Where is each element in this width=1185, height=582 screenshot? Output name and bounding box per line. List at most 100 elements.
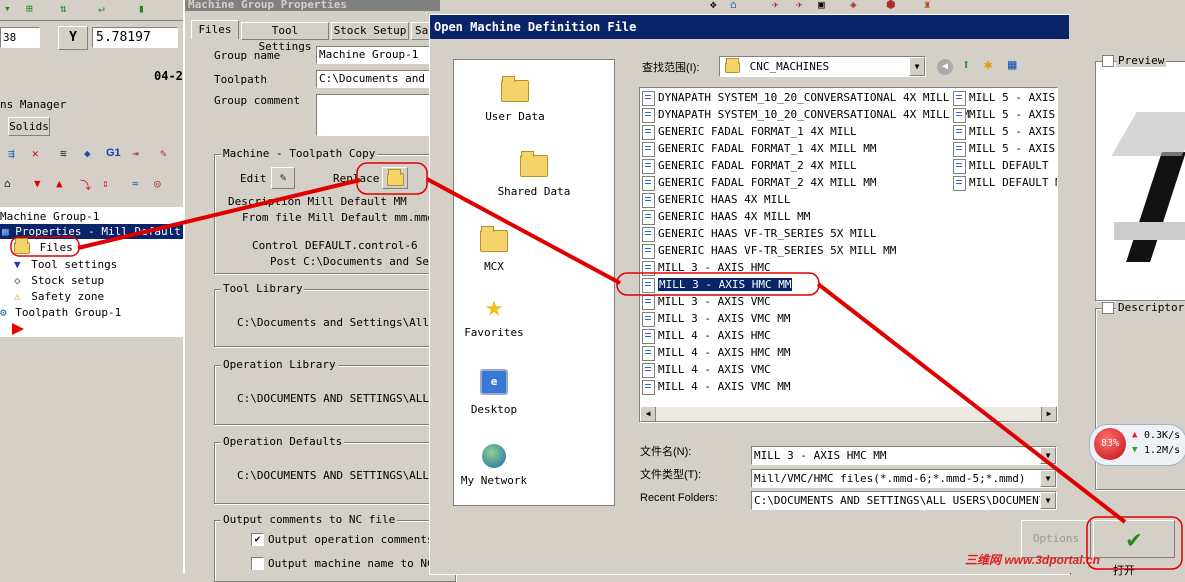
file-list-item[interactable]: MILL 4 - AXIS HMC xyxy=(642,327,952,344)
back-icon[interactable]: ◀ xyxy=(937,59,953,75)
lights-icon[interactable]: ♜ xyxy=(924,0,940,14)
group-comment-field[interactable] xyxy=(316,94,438,136)
preview-checkbox[interactable] xyxy=(1102,55,1114,67)
file-list-item[interactable]: MILL 4 - AXIS VMC MM xyxy=(642,378,952,395)
tree-item-machine-group[interactable]: Machine Group-1 xyxy=(0,209,99,224)
file-list-item[interactable]: GENERIC HAAS VF-TR_SERIES 5X MILL MM xyxy=(642,242,952,259)
move-down-icon[interactable]: ▼ xyxy=(34,177,50,193)
cube-icon[interactable]: ▣ xyxy=(818,0,834,14)
file-list-item[interactable]: MILL DEFAULT MM xyxy=(953,174,1057,191)
tree-item-safety-zone[interactable]: ⚠ Safety zone xyxy=(14,289,104,304)
tab-solids[interactable]: Solids xyxy=(8,117,50,136)
file-list-item[interactable]: MILL 5 - AXIS T xyxy=(953,140,1057,157)
scroll-right-icon[interactable]: ▶ xyxy=(1041,407,1056,421)
place-shared-data[interactable]: Shared Data xyxy=(454,145,614,215)
look-in-dropdown-icon[interactable]: ▼ xyxy=(909,57,925,76)
tab-files[interactable]: Files xyxy=(191,20,239,39)
horizontal-scrollbar[interactable]: ◀ ▶ xyxy=(640,406,1057,422)
file-list-item[interactable]: MILL 3 - AXIS HMC xyxy=(642,259,952,276)
file-list-item[interactable]: GENERIC HAAS VF-TR_SERIES 5X MILL xyxy=(642,225,952,242)
file-list-item[interactable]: MILL 3 - AXIS VMC xyxy=(642,293,952,310)
verify-icon[interactable]: ◆ xyxy=(84,147,100,163)
tree-item-files[interactable]: Files xyxy=(14,238,73,255)
tree-item-toolpath-group[interactable]: ⚙ Toolpath Group-1 xyxy=(0,305,121,320)
tree-item-properties[interactable]: ▦ Properties - Mill Default MM xyxy=(0,224,203,239)
render-icon[interactable]: ⬢ xyxy=(886,0,902,14)
view-icon[interactable]: ✥ xyxy=(710,0,726,14)
place-user-data[interactable]: User Data xyxy=(474,70,556,140)
select-all-icon[interactable]: ⇶ xyxy=(8,147,24,163)
toolbar-y-arrow-icon[interactable]: ⇅ xyxy=(60,2,76,18)
group-name-field[interactable]: Machine Group-1 xyxy=(316,46,438,64)
file-list-item[interactable]: MILL 5 - AXIS T xyxy=(953,106,1057,123)
tool-b-icon[interactable]: ✈ xyxy=(796,0,812,14)
output-machine-name-checkbox[interactable] xyxy=(251,557,264,570)
g1-icon[interactable]: G1 xyxy=(106,147,121,159)
filetype-dropdown-icon[interactable]: ▼ xyxy=(1040,470,1056,487)
file-list-item[interactable]: DYNAPATH SYSTEM_10_20_CONVERSATIONAL 4X … xyxy=(642,89,952,106)
place-favorites[interactable]: ★ Favorites xyxy=(454,290,534,360)
edit-machine-button[interactable]: ✎ xyxy=(271,167,295,189)
scroll-left-icon[interactable]: ◀ xyxy=(641,407,656,421)
file-list-item[interactable]: MILL 4 - AXIS VMC xyxy=(642,361,952,378)
view-menu-icon[interactable]: ▦ xyxy=(1008,57,1016,73)
output-op-comments-checkbox[interactable]: ✔ xyxy=(251,533,264,546)
target-icon[interactable]: ◎ xyxy=(154,177,170,193)
toolbar-grid-icon[interactable]: ⊞ xyxy=(26,2,42,18)
toolbar-green-arrow-icon[interactable]: ▾ xyxy=(4,2,20,18)
place-mcx[interactable]: MCX xyxy=(454,220,534,290)
file-list-item[interactable]: MILL 5 - AXIS T xyxy=(953,89,1057,106)
file-list-item[interactable]: MILL 3 - AXIS HMC MM xyxy=(642,276,952,293)
insert-arrow-icon[interactable]: ⤵ xyxy=(80,177,96,193)
filetype-combo[interactable]: Mill/VMC/HMC files(*.mmd-6;*.mmd-5;*.mmd… xyxy=(751,469,1057,488)
file-list-item[interactable]: GENERIC FADAL FORMAT_2 4X MILL xyxy=(642,157,952,174)
up-folder-icon[interactable]: ⬆ xyxy=(962,57,970,73)
file-list-item[interactable]: MILL 4 - AXIS HMC MM xyxy=(642,344,952,361)
wave-icon[interactable]: ≈ xyxy=(132,177,148,193)
recent-folders-combo[interactable]: C:\DOCUMENTS AND SETTINGS\ALL USERS\DOCU… xyxy=(751,491,1057,510)
file-list-item[interactable]: GENERIC HAAS 4X MILL MM xyxy=(642,208,952,225)
file-list-col2: MILL 5 - AXIS TMILL 5 - AXIS TMILL 5 - A… xyxy=(953,89,1057,191)
toolbar-solid-icon[interactable]: ▮ xyxy=(138,2,154,18)
place-desktop[interactable]: e Desktop xyxy=(454,365,534,435)
expand-icon[interactable]: ⇕ xyxy=(102,177,118,193)
tree-item-stock-setup[interactable]: ◇ Stock setup xyxy=(14,273,104,288)
file-icon xyxy=(642,294,655,310)
tool-a-icon[interactable]: ✈ xyxy=(772,0,788,14)
post-icon[interactable]: ⇥ xyxy=(132,147,148,163)
file-list-item[interactable]: MILL 3 - AXIS VMC MM xyxy=(642,310,952,327)
move-up-icon[interactable]: ▲ xyxy=(56,177,72,193)
toolpath-field[interactable]: C:\Documents and Se xyxy=(316,70,438,88)
replace-machine-button[interactable] xyxy=(382,167,408,189)
regen-icon[interactable]: ✕ xyxy=(32,147,48,163)
toolbar-curve-icon[interactable]: ↵ xyxy=(98,2,114,18)
file-list-item[interactable]: GENERIC FADAL FORMAT_1 4X MILL MM xyxy=(642,140,952,157)
tab-stock-setup[interactable]: Stock Setup xyxy=(331,22,409,40)
file-list-item[interactable]: GENERIC FADAL FORMAT_2 4X MILL MM xyxy=(642,174,952,191)
filename-dropdown-icon[interactable]: ▼ xyxy=(1040,447,1056,464)
file-list-item[interactable]: GENERIC HAAS 4X MILL xyxy=(642,191,952,208)
home-icon[interactable]: ⌂ xyxy=(730,0,746,14)
file-list[interactable]: DYNAPATH SYSTEM_10_20_CONVERSATIONAL 4X … xyxy=(639,87,1058,423)
y-axis-button[interactable]: Y xyxy=(58,26,88,50)
shade-icon[interactable]: ◈ xyxy=(850,0,866,14)
file-list-item[interactable]: MILL 5 - AXIS T xyxy=(953,123,1057,140)
look-in-combo[interactable]: CNC_MACHINES ▼ xyxy=(719,56,926,77)
highfeed-icon[interactable]: ✎ xyxy=(160,147,176,163)
filename-combo[interactable]: MILL 3 - AXIS HMC MM ▼ xyxy=(751,446,1057,465)
ok-open-button[interactable]: ✔ xyxy=(1093,520,1175,558)
new-folder-icon[interactable]: ✱ xyxy=(984,57,992,73)
tab-tool-settings[interactable]: Tool Settings xyxy=(241,22,329,53)
mcx-folder-icon xyxy=(480,226,508,252)
place-my-network[interactable]: My Network xyxy=(454,440,534,510)
backplot-icon[interactable]: ≋ xyxy=(60,147,76,163)
lock-icon[interactable]: ⌂ xyxy=(4,177,20,193)
file-list-item[interactable]: MILL DEFAULT xyxy=(953,157,1057,174)
x-coordinate-field[interactable]: 38 xyxy=(0,27,40,48)
file-list-item[interactable]: DYNAPATH SYSTEM_10_20_CONVERSATIONAL 4X … xyxy=(642,106,969,123)
file-list-item[interactable]: GENERIC FADAL FORMAT_1 4X MILL xyxy=(642,123,952,140)
recent-dropdown-icon[interactable]: ▼ xyxy=(1040,492,1056,509)
tree-item-tool-settings[interactable]: ▼ Tool settings xyxy=(14,257,117,272)
y-coordinate-field[interactable]: 5.78197 xyxy=(92,27,178,48)
descriptor-checkbox[interactable] xyxy=(1102,302,1114,314)
